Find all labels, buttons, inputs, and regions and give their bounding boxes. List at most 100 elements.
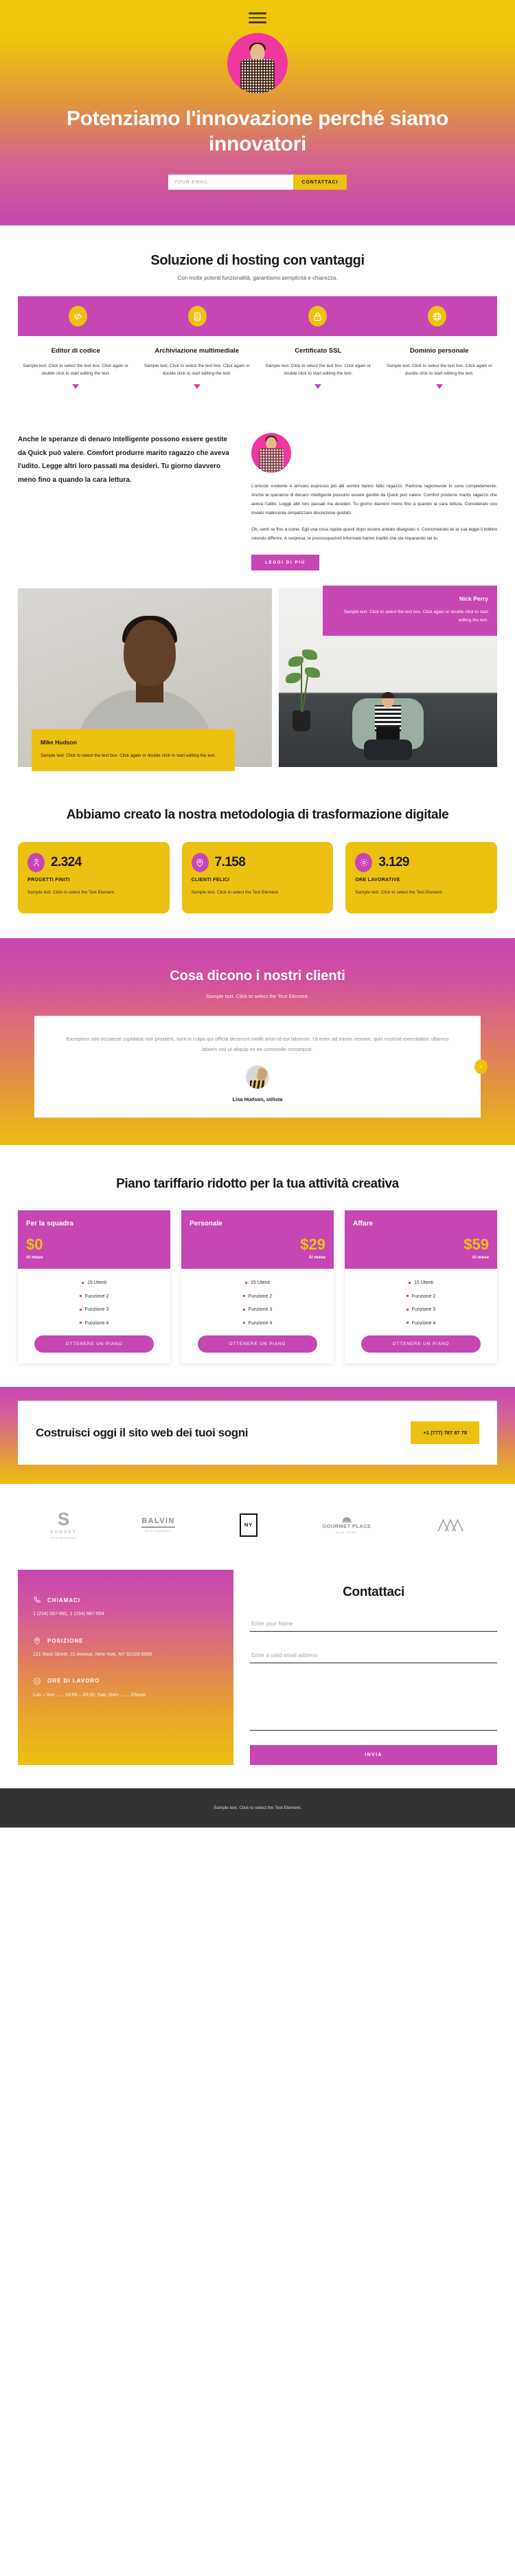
plan-feature: Funzione 2	[25, 1293, 163, 1301]
plan-feature: Funzione 4	[352, 1320, 490, 1328]
stat-desc: Sample text. Click to select the Text El…	[27, 889, 115, 895]
pricing-card-body: 15 Utenti Funzione 2 Funzione 3 Funzione…	[18, 1269, 170, 1364]
plan-feature-list: 15 Utenti Funzione 2 Funzione 3 Funzione…	[25, 1280, 163, 1327]
logo-sub: RESTAURANT	[145, 1529, 172, 1533]
hosting-icon-strip	[18, 296, 497, 337]
logo-name: NY	[244, 1522, 253, 1529]
plan-feature: Funzione 2	[188, 1293, 327, 1301]
page-footer: Sample text. Click to select the Text El…	[0, 1788, 515, 1828]
contact-name-input[interactable]	[250, 1614, 497, 1632]
cloche-icon	[341, 1517, 352, 1522]
feature-text: Sample text. Click to select the text bo…	[386, 363, 492, 377]
plan-feature: 15 Utenti	[25, 1280, 163, 1287]
article-lead-column: Anche le speranze di denaro intelligente…	[18, 433, 233, 570]
choose-plan-button[interactable]: OTTENERE UN PIANO	[361, 1335, 481, 1353]
people-section: Mike Hudson Sample text. Click to select…	[0, 577, 515, 777]
ny-logo: NY	[240, 1513, 258, 1537]
article-lead: Anche le speranze di denaro intelligente…	[18, 436, 229, 484]
stat-card: 2.324 PROGETTI FINITI Sample text. Click…	[18, 841, 170, 913]
stat-header: 7.158	[191, 852, 324, 872]
pricing-card-header: Affare $59 Al mese	[345, 1210, 497, 1269]
plan-feature-label: 15 Utenti	[87, 1280, 107, 1286]
feature-card: Certificato SSL Sample text. Click to se…	[258, 347, 379, 390]
hosting-feature-row: Editor di codice Sample text. Click to s…	[15, 347, 500, 390]
stat-desc: Sample text. Click to select the Text El…	[355, 889, 444, 895]
photo-hair	[381, 692, 395, 699]
pricing-section: Piano tariffario ridotto per la tua atti…	[0, 1145, 515, 1387]
pricing-row: Per la squadra $0 Al mese 15 Utenti Funz…	[18, 1210, 497, 1364]
person-block-mike: Mike Hudson Sample text. Click to select…	[18, 588, 272, 772]
plan-feature: 15 Utenti	[352, 1280, 490, 1287]
avatar-torso	[240, 58, 275, 93]
plan-feature-label: 15 Utenti	[250, 1280, 271, 1286]
read-more-button[interactable]: LEGGI DI PIÙ	[251, 555, 319, 571]
svg-text:24: 24	[36, 1679, 39, 1683]
hosting-subtitle: Con molte potenti funzionalità, garantia…	[177, 275, 338, 282]
hero-email-input[interactable]	[168, 175, 293, 190]
contact-email-input[interactable]	[250, 1645, 497, 1664]
laptop	[376, 727, 400, 740]
logo-name: SUNSET	[50, 1531, 77, 1535]
contact-block-hours: 24 ORE DI LAVORO Lun – Ven ...... 10:00 …	[33, 1677, 218, 1700]
logo-frame: NY	[240, 1513, 258, 1537]
feature-card: Archiviazione multimediale Sample text. …	[137, 347, 258, 390]
bullet-icon	[406, 1308, 409, 1311]
pricing-card-body: 15 Utenti Funzione 2 Funzione 3 Funzione…	[181, 1269, 334, 1364]
contact-block-title: POSIZIONE	[47, 1637, 84, 1644]
stat-header: 2.324	[27, 852, 160, 872]
plan-feature-label: Funzione 4	[248, 1320, 273, 1326]
contact-message-input[interactable]	[250, 1677, 497, 1731]
chevron-right-icon[interactable]: ›	[474, 1059, 488, 1074]
stats-row: 2.324 PROGETTI FINITI Sample text. Click…	[18, 841, 498, 913]
feature-title: Dominio personale	[409, 347, 469, 355]
contact-send-button[interactable]: INVIA	[250, 1745, 497, 1766]
person-text: Sample text. Click to select the text bo…	[41, 753, 216, 759]
globe-www-icon	[428, 306, 447, 327]
contact-block-location: POSIZIONE 121 Rock Street, 21 Avenue, Ne…	[33, 1636, 218, 1659]
hero-heading: Potenziamo l'innovazione perché siamo in…	[66, 107, 449, 155]
plan-period: Al mese	[308, 1255, 325, 1261]
testimonial-quote: Excepteur sint occaecat cupidatat non pr…	[66, 1035, 449, 1052]
logo-name: GOURMET PLACE	[322, 1522, 371, 1529]
contact-block-header: CHIAMACI	[33, 1596, 218, 1604]
plan-feature-list: 15 Utenti Funzione 2 Funzione 3 Funzione…	[188, 1280, 327, 1327]
plan-feature: Funzione 2	[352, 1293, 490, 1301]
stat-label: PROGETTI FINITI	[27, 877, 70, 882]
plan-name: Affare	[353, 1220, 373, 1228]
balvin-logo: BALVIN RESTAURANT	[141, 1517, 175, 1533]
bullet-icon	[406, 1295, 409, 1298]
pricing-card-header: Per la squadra $0 Al mese	[18, 1210, 170, 1269]
plan-feature-label: Funzione 3	[84, 1307, 109, 1313]
article-section: Anche le speranze di denaro intelligente…	[0, 403, 515, 577]
contact-block-text: Lun – Ven ...... 10:00 – 20:00, Sab, Dom…	[33, 1692, 146, 1698]
person-caption-card: Mike Hudson Sample text. Click to select…	[32, 729, 235, 772]
contact-info-card: CHIAMACI 1 (234) 567-891, 1 (234) 987-65…	[18, 1570, 234, 1766]
photo-head	[124, 620, 176, 687]
triangle-down-icon	[314, 384, 322, 390]
logo-sub: NEW YORK	[336, 1531, 358, 1534]
hamburger-menu-icon[interactable]	[249, 12, 266, 23]
plan-feature-list: 15 Utenti Funzione 2 Funzione 3 Funzione…	[352, 1280, 490, 1327]
hero-avatar	[227, 32, 288, 93]
stats-title: Abbiamo creato la nostra metodologia di …	[66, 808, 449, 823]
choose-plan-button[interactable]: OTTENERE UN PIANO	[34, 1335, 154, 1353]
choose-plan-button[interactable]: OTTENERE UN PIANO	[198, 1335, 317, 1353]
article-body-column: L'articolo evidente è arrivato espresso …	[251, 433, 497, 571]
plant-stem	[300, 661, 302, 713]
stat-header: 3.129	[355, 852, 488, 872]
logo-divider	[141, 1526, 175, 1528]
cta-heading: Costruisci oggi il sito web dei tuoi sog…	[36, 1425, 249, 1439]
cta-phone-button[interactable]: +1 (777) 787 87 78	[411, 1421, 479, 1445]
client-logos-section: S SUNSET RESTAURANT BALVIN RESTAURANT NY…	[0, 1484, 515, 1570]
landing-page: Potenziamo l'innovazione perché siamo in…	[0, 0, 515, 1828]
hero-contact-button[interactable]: CONTATTACI	[293, 175, 347, 190]
contact-form-title: Contattaci	[343, 1585, 404, 1600]
testimonial-avatar	[246, 1065, 269, 1089]
contact-block-text: 121 Rock Street, 21 Avenue, New York, NY…	[33, 1652, 152, 1658]
feature-title: Certificato SSL	[295, 347, 342, 355]
phone-icon	[34, 1597, 41, 1603]
logo-mark: S	[57, 1509, 70, 1530]
stat-label: CLIENTI FELICI	[191, 877, 230, 882]
bullet-icon	[79, 1308, 82, 1311]
plan-feature-label: Funzione 3	[248, 1307, 273, 1313]
